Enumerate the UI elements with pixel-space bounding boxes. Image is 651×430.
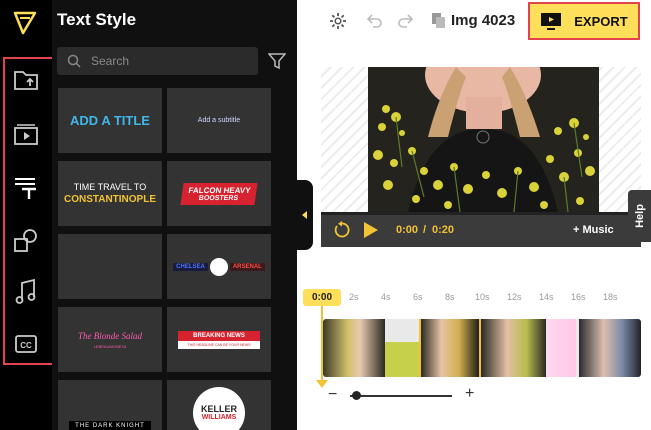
tile-banner: FALCON HEAVY BOOSTERS bbox=[180, 182, 258, 205]
playback-controls: 0:00 / 0:20 + Music bbox=[321, 212, 641, 247]
text-template-dark-knight[interactable]: THE DARK KNIGHT bbox=[58, 380, 162, 430]
timeline-clip[interactable] bbox=[481, 319, 546, 377]
redo-icon[interactable] bbox=[397, 12, 415, 30]
music-note-icon[interactable] bbox=[10, 276, 42, 308]
tile-text: ADD A TITLE bbox=[70, 113, 150, 128]
timeline-clip[interactable] bbox=[385, 319, 419, 377]
zoom-out-button[interactable]: − bbox=[328, 386, 337, 404]
timeline-track[interactable] bbox=[323, 319, 641, 377]
add-music-button[interactable]: + Music bbox=[573, 224, 614, 236]
text-template-blonde-salad[interactable]: The Blonde Salad LEBEAUMONETA bbox=[58, 307, 162, 372]
tile-text: TIME TRAVEL TO bbox=[73, 182, 147, 192]
elements-icon[interactable] bbox=[10, 225, 42, 257]
tile-text: ARSENAL bbox=[229, 262, 265, 271]
text-template-falcon-heavy[interactable]: FALCON HEAVY BOOSTERS bbox=[167, 161, 271, 226]
text-template-add-subtitle[interactable]: Add a subtitle bbox=[167, 88, 271, 153]
tile-text: LEBEAUMONETA bbox=[93, 343, 127, 349]
export-button[interactable]: EXPORT bbox=[528, 2, 640, 40]
playhead-marker-icon bbox=[316, 380, 328, 388]
tile-text: The Blonde Salad bbox=[78, 330, 142, 341]
export-label: EXPORT bbox=[574, 13, 628, 29]
app-logo-icon bbox=[13, 11, 37, 35]
timeline-tick: 6s bbox=[413, 292, 423, 302]
timeline-tick: 10s bbox=[475, 292, 490, 302]
tool-rail-highlight bbox=[3, 57, 55, 365]
closed-caption-icon[interactable]: CC bbox=[10, 328, 42, 360]
text-style-icon[interactable] bbox=[10, 172, 42, 204]
text-template-keller-williams[interactable]: KELLER WILLIAMS bbox=[167, 380, 271, 430]
tile-text: BREAKING NEWS bbox=[178, 330, 260, 341]
playhead[interactable] bbox=[321, 306, 323, 386]
timeline-tick: 16s bbox=[571, 292, 586, 302]
timeline-tick: 14s bbox=[539, 292, 554, 302]
tile-text: THIS HEADLINE CAN BE YOUR NEWS bbox=[178, 340, 260, 349]
gear-icon[interactable] bbox=[329, 12, 347, 30]
timeline-tick: 2s bbox=[349, 292, 359, 302]
tile-text: WILLIAMS bbox=[201, 414, 237, 421]
upload-folder-icon[interactable] bbox=[10, 64, 42, 96]
panel-title: Text Style bbox=[57, 10, 137, 29]
zoom-slider-track[interactable] bbox=[350, 395, 452, 397]
text-template-add-title[interactable]: ADD A TITLE bbox=[58, 88, 162, 153]
text-style-panel: Text Style Search ADD A TITLE Add a subt… bbox=[52, 0, 297, 430]
preview-image bbox=[368, 67, 599, 212]
text-template-blank[interactable] bbox=[58, 234, 162, 299]
media-library-icon[interactable] bbox=[10, 118, 42, 150]
total-time: 0:20 bbox=[432, 224, 455, 236]
timeline-clip[interactable] bbox=[579, 319, 641, 377]
zoom-slider-handle[interactable] bbox=[352, 391, 361, 400]
help-label: Help bbox=[633, 204, 646, 228]
tile-text: CHELSEA bbox=[173, 262, 208, 271]
timeline-tick: 8s bbox=[445, 292, 455, 302]
time-separator: / bbox=[423, 224, 427, 236]
text-template-chelsea-arsenal[interactable]: CHELSEA ARSENAL bbox=[167, 234, 271, 299]
search-icon bbox=[67, 54, 81, 68]
tile-circle: KELLER WILLIAMS bbox=[193, 386, 245, 430]
tile-text: BOOSTERS bbox=[198, 194, 239, 202]
timeline-clip[interactable] bbox=[323, 319, 385, 377]
search-input[interactable]: Search bbox=[57, 47, 258, 75]
timeline-tick: 18s bbox=[603, 292, 618, 302]
svg-text:CC: CC bbox=[20, 341, 32, 350]
video-preview[interactable] bbox=[368, 67, 599, 212]
tile-text: CONSTANTINOPLE bbox=[63, 194, 157, 205]
text-template-time-travel[interactable]: TIME TRAVEL TO CONSTANTINOPLE bbox=[58, 161, 162, 226]
panel-collapse-handle[interactable] bbox=[297, 180, 313, 250]
replay-icon[interactable] bbox=[333, 221, 351, 239]
timeline-tick: 4s bbox=[381, 292, 391, 302]
monitor-export-icon bbox=[541, 13, 562, 30]
text-template-breaking-news[interactable]: BREAKING NEWS THIS HEADLINE CAN BE YOUR … bbox=[167, 307, 271, 372]
undo-icon[interactable] bbox=[365, 12, 383, 30]
vs-circle bbox=[209, 257, 228, 276]
filter-icon[interactable] bbox=[268, 52, 286, 70]
project-name[interactable]: Img 4023 bbox=[451, 12, 515, 29]
help-tab[interactable]: Help bbox=[628, 190, 651, 242]
search-placeholder: Search bbox=[91, 54, 130, 68]
tile-text: FALCON HEAVY bbox=[187, 185, 252, 195]
play-icon[interactable] bbox=[363, 221, 379, 239]
tile-banner: BREAKING NEWS THIS HEADLINE CAN BE YOUR … bbox=[178, 330, 260, 349]
tile-text: Add a subtitle bbox=[197, 117, 241, 124]
current-time: 0:00 bbox=[396, 224, 419, 236]
zoom-in-button[interactable]: + bbox=[465, 385, 474, 403]
duplicate-icon[interactable] bbox=[431, 12, 447, 30]
tile-text: KELLER bbox=[201, 404, 237, 414]
playhead-time-badge: 0:00 bbox=[303, 289, 341, 306]
caret-left-icon bbox=[302, 211, 307, 219]
tile-text: THE DARK KNIGHT bbox=[69, 421, 151, 430]
timeline-clip[interactable] bbox=[419, 319, 481, 377]
timeline-clip[interactable] bbox=[546, 319, 576, 377]
timeline-tick: 12s bbox=[507, 292, 522, 302]
